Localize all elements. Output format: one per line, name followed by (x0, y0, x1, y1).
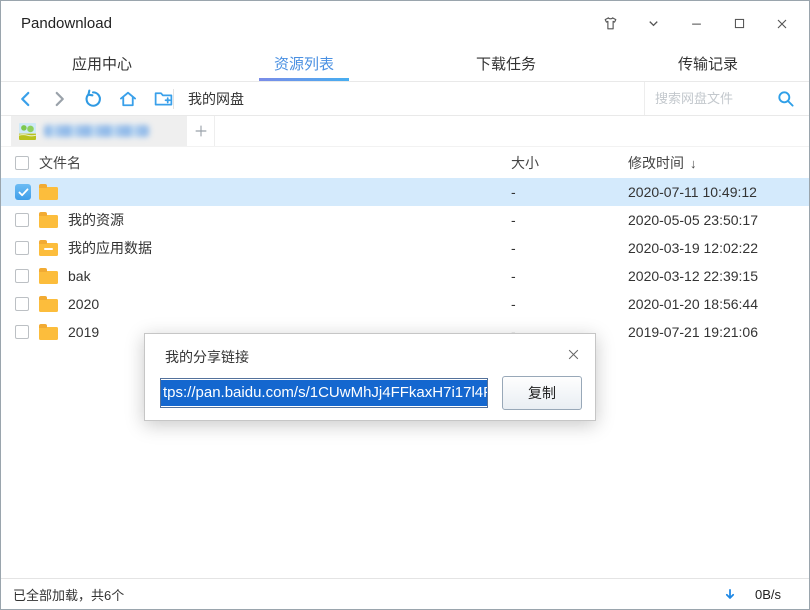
plus-icon (193, 123, 209, 139)
minimize-button[interactable] (687, 15, 705, 33)
select-all-checkbox[interactable] (15, 156, 29, 170)
file-mtime: 2019-07-21 19:21:06 (628, 324, 809, 340)
file-size: - (511, 296, 628, 312)
file-size: - (511, 212, 628, 228)
window-controls (601, 15, 791, 33)
search-box (644, 82, 809, 115)
column-header-name[interactable]: 文件名 (39, 153, 511, 173)
file-size: - (511, 268, 628, 284)
refresh-icon[interactable] (83, 88, 103, 110)
home-icon[interactable] (118, 88, 138, 110)
row-checkbox-checked[interactable] (15, 184, 31, 200)
file-mtime: 2020-05-05 23:50:17 (628, 212, 809, 228)
tab-resource-list[interactable]: 资源列表 (203, 46, 405, 81)
column-header-mtime[interactable]: 修改时间 ↓ (628, 153, 809, 173)
table-row[interactable]: - 2020-07-11 10:49:12 (1, 178, 809, 206)
redacted-filename (44, 125, 149, 137)
table-row[interactable]: bak - 2020-03-12 22:39:15 (1, 262, 809, 290)
statusbar: 已全部加载，共6个 0B/s (1, 578, 809, 609)
row-checkbox[interactable] (15, 297, 29, 311)
share-link-selected-text: tps://pan.baidu.com/s/1CUwMhJj4FFkaxH7i1… (161, 380, 487, 406)
file-mtime: 2020-01-20 18:56:44 (628, 296, 809, 312)
table-row[interactable]: 我的应用数据 - 2020-03-19 12:02:22 (1, 234, 809, 262)
row-checkbox[interactable] (15, 325, 29, 339)
folder-icon (39, 271, 58, 284)
file-mtime: 2020-03-19 12:02:22 (628, 240, 809, 256)
file-name: bak (68, 268, 91, 284)
add-tab-button[interactable] (187, 116, 215, 146)
share-link-input[interactable]: tps://pan.baidu.com/s/1CUwMhJj4FFkaxH7i1… (160, 378, 488, 408)
download-arrow-icon (723, 587, 737, 602)
column-header-mtime-label: 修改时间 (628, 155, 684, 171)
file-size: - (511, 240, 628, 256)
file-size: - (511, 184, 628, 200)
file-mtime: 2020-03-12 22:39:15 (628, 268, 809, 284)
download-speed-value: 0B/s (755, 587, 781, 602)
share-link-dialog: 我的分享链接 tps://pan.baidu.com/s/1CUwMhJj4FF… (144, 333, 596, 421)
back-icon[interactable] (17, 88, 35, 110)
search-input[interactable] (655, 91, 776, 106)
maximize-button[interactable] (730, 15, 748, 33)
dialog-close-icon[interactable] (564, 345, 582, 363)
tab-transfer-history[interactable]: 传输记录 (607, 46, 809, 81)
titlebar: Pandownload (1, 1, 809, 46)
app-title: Pandownload (21, 15, 112, 32)
row-checkbox[interactable] (15, 213, 29, 227)
forward-icon[interactable] (50, 88, 68, 110)
table-row[interactable]: 2020 - 2020-01-20 18:56:44 (1, 290, 809, 318)
folder-icon (39, 187, 58, 200)
dialog-body: tps://pan.baidu.com/s/1CUwMhJj4FFkaxH7i1… (160, 376, 582, 410)
skin-icon[interactable] (601, 15, 619, 33)
tab-app-center[interactable]: 应用中心 (1, 46, 203, 81)
download-speed-group: 0B/s (723, 587, 781, 602)
row-checkbox[interactable] (15, 241, 29, 255)
breadcrumb: 我的网盘 (174, 89, 644, 109)
tab-download-tasks[interactable]: 下载任务 (405, 46, 607, 81)
app-data-folder-icon (39, 243, 58, 256)
load-status-text: 已全部加载，共6个 (13, 585, 124, 604)
dialog-title: 我的分享链接 (165, 347, 249, 367)
tab-label: 传输记录 (678, 53, 738, 74)
column-header-size[interactable]: 大小 (511, 153, 628, 173)
file-tab-active[interactable] (11, 116, 187, 146)
tab-label: 资源列表 (274, 53, 334, 74)
file-mtime: 2020-07-11 10:49:12 (628, 184, 809, 200)
toolbar-nav-icons (1, 88, 173, 110)
folder-icon (39, 327, 58, 340)
file-list: - 2020-07-11 10:49:12 我的资源 - 2020-05-05 … (1, 178, 809, 346)
folder-icon (39, 215, 58, 228)
copy-button[interactable]: 复制 (502, 376, 582, 410)
list-header: 文件名 大小 修改时间 ↓ (1, 147, 809, 178)
app-window: Pandownload 应用中心 资源列表 下载任务 传输记录 (0, 0, 810, 610)
image-thumbnail-icon (19, 123, 36, 140)
file-tab-strip (1, 116, 809, 147)
tab-label: 应用中心 (72, 53, 132, 74)
close-button[interactable] (773, 15, 791, 33)
new-folder-icon[interactable] (153, 88, 174, 110)
search-icon[interactable] (776, 89, 795, 108)
folder-icon (39, 299, 58, 312)
tab-label: 下载任务 (476, 53, 536, 74)
file-name: 我的资源 (68, 210, 124, 230)
toolbar: 我的网盘 (1, 82, 809, 116)
sort-desc-arrow: ↓ (690, 156, 697, 171)
file-name: 2020 (68, 296, 99, 312)
nav-tab-bar: 应用中心 资源列表 下载任务 传输记录 (1, 46, 809, 82)
table-row[interactable]: 我的资源 - 2020-05-05 23:50:17 (1, 206, 809, 234)
file-name: 我的应用数据 (68, 238, 152, 258)
chevron-down-icon[interactable] (644, 15, 662, 33)
file-name: 2019 (68, 324, 99, 340)
row-checkbox[interactable] (15, 269, 29, 283)
